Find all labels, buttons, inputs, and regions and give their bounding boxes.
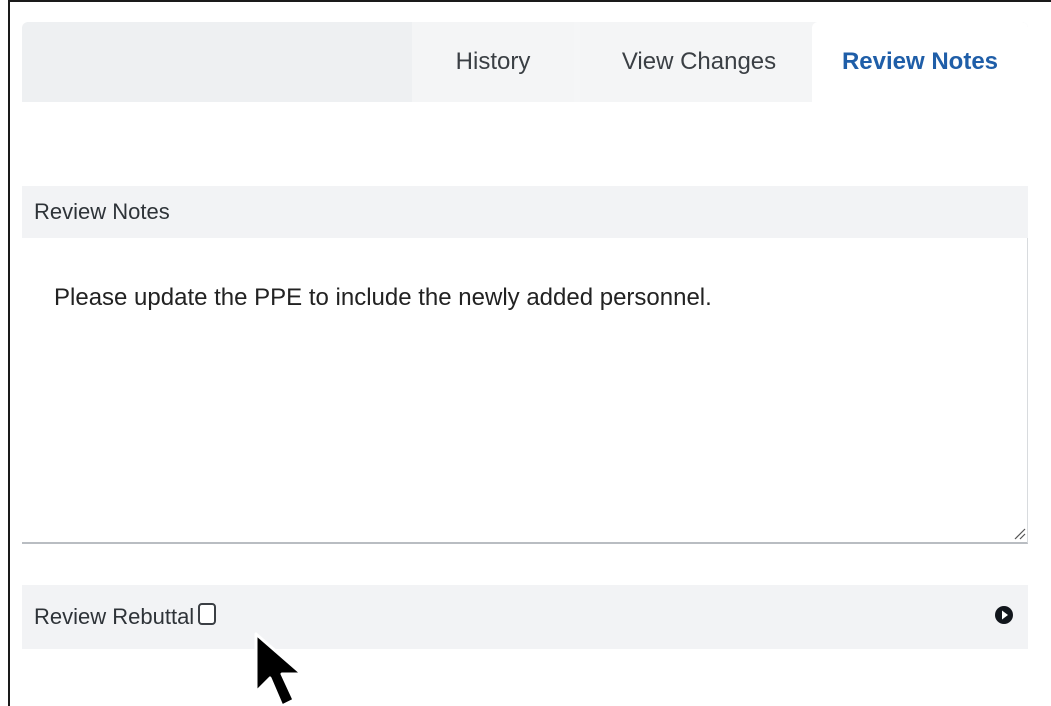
tab-bar: History View Changes Review Notes [22,22,1028,102]
review-rebuttal-label: Review Rebuttal [34,604,195,629]
tab-review-notes-label: Review Notes [841,48,999,75]
play-circle-icon[interactable] [994,605,1014,625]
tab-history[interactable]: History [412,22,574,102]
panel-left-border [8,0,10,706]
review-rebuttal-checkbox[interactable] [198,603,217,625]
panel-top-border [8,0,1051,2]
tab-review-notes[interactable]: Review Notes [812,22,1028,102]
review-panel: History View Changes Review Notes Review… [0,0,1051,706]
review-notes-textarea[interactable]: Please update the PPE to include the new… [22,238,1028,544]
tab-view-changes[interactable]: View Changes [580,22,818,102]
review-rebuttal-row: Review Rebuttal [22,585,1028,649]
tab-view-changes-label: View Changes [621,48,777,75]
review-notes-header: Review Notes [22,186,1028,238]
tab-history-label: History [455,48,531,75]
resize-grip-icon[interactable] [1012,526,1026,540]
review-notes-title: Review Notes [34,199,170,224]
